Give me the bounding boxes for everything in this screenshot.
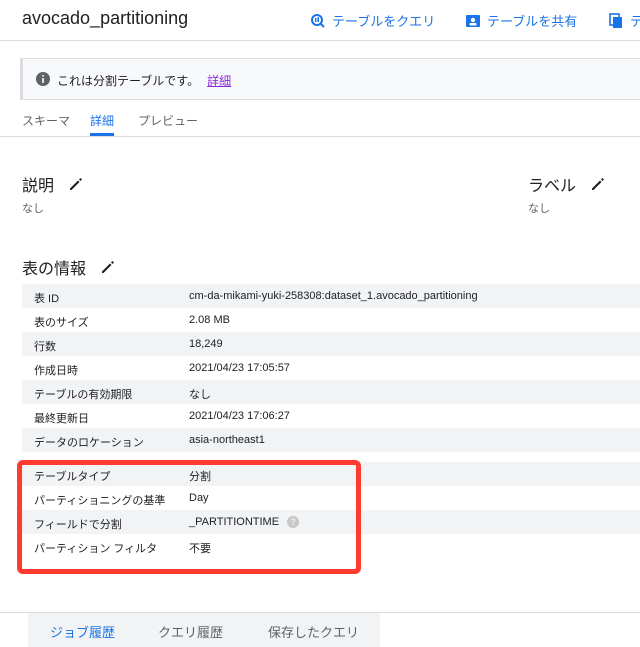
copy-table-label: テ [630, 14, 640, 29]
share-table-button[interactable]: テーブルを共有 [465, 11, 577, 30]
edit-description-icon[interactable] [68, 176, 84, 192]
row-key: 表 ID [34, 293, 60, 305]
tab-saved-queries[interactable]: 保存したクエリ [268, 622, 359, 641]
tab-job-history[interactable]: ジョブ履歴 [50, 622, 115, 641]
bottom-panel: ジョブ履歴 クエリ履歴 保存したクエリ [0, 612, 640, 647]
partition-notice: これは分割テーブルです。 詳細 [20, 58, 640, 100]
info-icon [36, 72, 50, 86]
row-key: テーブルの有効期限 [34, 389, 133, 401]
row-value: なし [189, 389, 211, 401]
notice-message: これは分割テーブルです。 [57, 74, 200, 88]
labels-section-title: ラベル [528, 172, 606, 196]
description-value: なし [22, 203, 44, 215]
table-row: 表 ID cm-da-mikami-yuki-258308:dataset_1.… [22, 284, 640, 308]
highlight-box [17, 460, 361, 574]
row-value: 2.08 MB [189, 314, 230, 326]
row-key: 作成日時 [34, 365, 78, 377]
share-icon [466, 14, 480, 27]
tab-schema[interactable]: スキーマ [22, 112, 70, 129]
table-row: 表のサイズ 2.08 MB [22, 308, 640, 332]
row-value: cm-da-mikami-yuki-258308:dataset_1.avoca… [189, 290, 478, 302]
row-key: 表のサイズ [34, 317, 89, 329]
labels-value: なし [528, 203, 550, 215]
row-key: データのロケーション [34, 437, 144, 449]
tab-query-history[interactable]: クエリ履歴 [158, 622, 223, 641]
header: avocado_partitioning テーブルをクエリ テーブルを共有 テ [0, 0, 640, 41]
table-row: 最終更新日 2021/04/23 17:06:27 [22, 404, 640, 428]
tab-bar: スキーマ 詳細 プレビュー [0, 106, 640, 137]
table-row: 行数 18,249 [22, 332, 640, 356]
row-value: 2021/04/23 17:06:27 [189, 410, 290, 422]
table-row: 作成日時 2021/04/23 17:05:57 [22, 356, 640, 380]
details-link[interactable]: 詳細 [207, 74, 231, 88]
description-section-title: 説明 [22, 172, 84, 196]
query-icon [311, 13, 325, 28]
table-row: データのロケーション asia-northeast1 [22, 428, 640, 452]
labels-title: ラベル [528, 178, 577, 195]
copy-table-button[interactable]: テ [608, 11, 640, 30]
active-tab-indicator [90, 133, 114, 136]
query-table-label: テーブルをクエリ [332, 14, 436, 29]
description-title: 説明 [22, 178, 55, 195]
row-value: 18,249 [189, 338, 223, 350]
copy-icon [609, 12, 622, 28]
table-row: テーブルの有効期限 なし [22, 380, 640, 404]
row-key: 行数 [34, 341, 56, 353]
edit-table-info-icon[interactable] [100, 259, 116, 275]
tab-preview[interactable]: プレビュー [138, 112, 198, 129]
notice-text: これは分割テーブルです。 詳細 [57, 72, 231, 89]
bottom-tab-bar: ジョブ履歴 クエリ履歴 保存したクエリ [28, 613, 380, 647]
row-key: 最終更新日 [34, 413, 89, 425]
row-value: 2021/04/23 17:05:57 [189, 362, 290, 374]
query-table-button[interactable]: テーブルをクエリ [310, 11, 435, 30]
page-title: avocado_partitioning [22, 8, 189, 28]
row-value: asia-northeast1 [189, 434, 265, 446]
edit-labels-icon[interactable] [590, 176, 606, 192]
share-table-label: テーブルを共有 [487, 14, 578, 29]
table-info-section-title: 表の情報 [22, 255, 116, 279]
table-info-title: 表の情報 [22, 261, 87, 278]
tab-details[interactable]: 詳細 [90, 112, 114, 129]
